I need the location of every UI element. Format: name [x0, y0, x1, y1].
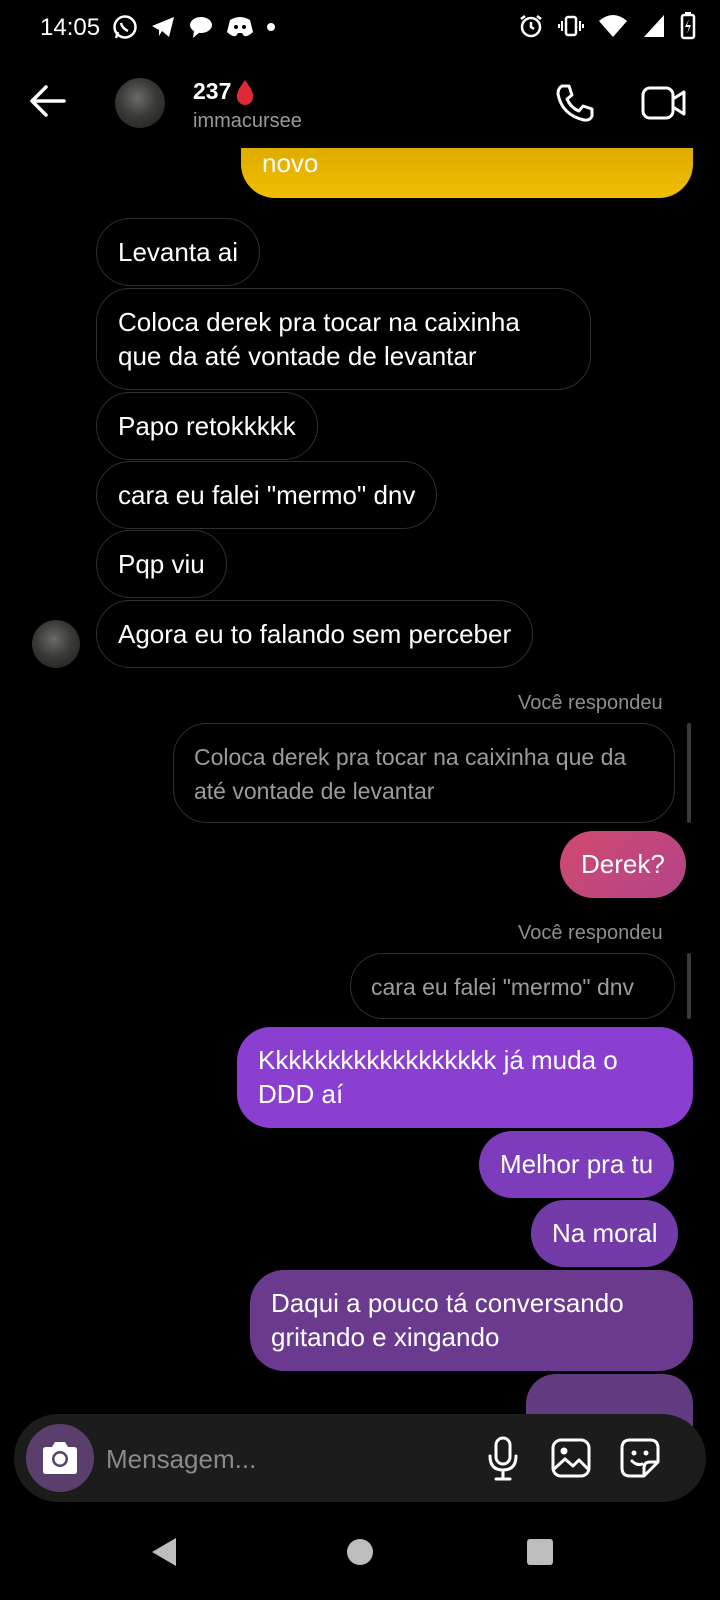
- message-composer: Mensagem...: [14, 1414, 706, 1502]
- video-icon[interactable]: [641, 84, 687, 122]
- chat-icon: [190, 17, 212, 38]
- quoted-message[interactable]: Coloca derek pra tocar na caixinha que d…: [173, 723, 675, 823]
- outgoing-message[interactable]: Kkkkkkkkkkkkkkkkkk já muda o DDD aí: [237, 1027, 693, 1128]
- incoming-message[interactable]: Agora eu to falando sem perceber: [96, 600, 534, 668]
- chat-header: 237 immacursee: [0, 56, 720, 152]
- telegram-icon: [152, 17, 174, 37]
- outgoing-message[interactable]: Daqui a pouco tá conversando gritando e …: [250, 1270, 693, 1371]
- battery-icon: [680, 12, 696, 40]
- reply-indicator-bar: [687, 723, 691, 823]
- incoming-message[interactable]: Coloca derek pra tocar na caixinha que d…: [96, 288, 591, 390]
- message-input[interactable]: Mensagem...: [106, 1444, 256, 1475]
- contact-name-row[interactable]: 237: [193, 78, 255, 105]
- incoming-message[interactable]: Levanta ai: [96, 218, 260, 286]
- outgoing-message[interactable]: Na moral: [531, 1200, 679, 1267]
- sticker-icon[interactable]: [620, 1438, 660, 1478]
- back-arrow-icon[interactable]: [26, 80, 68, 122]
- reply-caption: Você respondeu: [518, 922, 663, 944]
- nav-back-icon[interactable]: [150, 1536, 180, 1568]
- notification-icons: [112, 14, 276, 40]
- alarm-icon: [520, 15, 542, 38]
- incoming-message[interactable]: Papo retokkkkk: [96, 392, 318, 460]
- incoming-message[interactable]: Pqp viu: [96, 530, 227, 598]
- status-bar: 14:05: [0, 0, 720, 56]
- outgoing-message[interactable]: Derek?: [560, 831, 686, 898]
- reply-caption: Você respondeu: [518, 692, 663, 714]
- incoming-message[interactable]: cara eu falei "mermo" dnv: [96, 461, 438, 529]
- nav-recents-icon[interactable]: [527, 1539, 553, 1565]
- wifi-icon: [599, 15, 627, 37]
- blood-drop-icon: [237, 79, 254, 105]
- outgoing-message[interactable]: Melhor pra tu: [479, 1131, 675, 1198]
- contact-handle[interactable]: immacursee: [193, 110, 302, 133]
- microphone-icon[interactable]: [486, 1436, 520, 1482]
- gallery-icon[interactable]: [551, 1438, 591, 1478]
- camera-button[interactable]: [26, 1424, 94, 1492]
- more-dot-icon: [267, 23, 275, 31]
- reply-indicator-bar: [687, 953, 691, 1019]
- system-navigation-bar: [0, 1504, 720, 1600]
- whatsapp-icon: [113, 15, 137, 39]
- discord-icon: [227, 17, 253, 37]
- quoted-message[interactable]: cara eu falei "mermo" dnv: [350, 953, 675, 1019]
- vibrate-icon: [558, 15, 584, 37]
- contact-avatar[interactable]: [115, 78, 165, 128]
- camera-icon: [43, 1442, 77, 1474]
- status-time: 14:05: [40, 14, 101, 41]
- contact-name: 237: [193, 78, 232, 104]
- system-status-icons: [518, 12, 696, 40]
- phone-icon[interactable]: [554, 82, 596, 124]
- signal-icon: [644, 15, 664, 37]
- nav-home-icon[interactable]: [346, 1538, 374, 1566]
- sender-avatar[interactable]: [32, 620, 80, 668]
